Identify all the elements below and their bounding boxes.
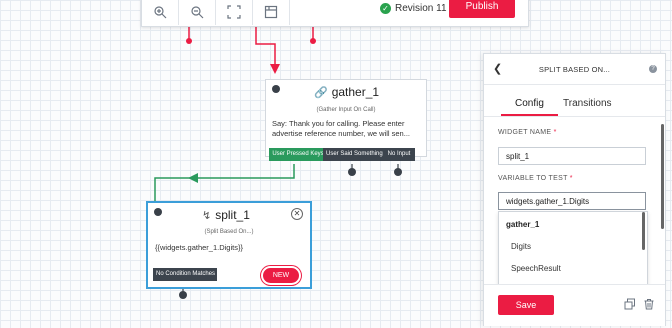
new-transition-badge[interactable]: NEW <box>263 268 299 283</box>
dropdown-option-speechresult[interactable]: SpeechResult <box>511 264 561 273</box>
duplicate-icon[interactable] <box>624 298 636 310</box>
widget-name-label: WIDGET NAME * <box>498 129 557 136</box>
dropdown-option-digits[interactable]: Digits <box>511 242 531 251</box>
gather-body: Say: Thank you for calling. Please enter… <box>272 119 410 138</box>
help-icon[interactable]: ? <box>649 65 657 73</box>
widget-drag-handle[interactable] <box>272 85 280 93</box>
panel-title: SPLIT BASED ON... <box>538 65 611 74</box>
variable-to-test-label: VARIABLE TO TEST * <box>498 175 573 182</box>
wire-arrowhead <box>270 64 280 74</box>
transition-user-said-something[interactable]: User Said Something <box>323 148 383 161</box>
properties-panel: ❮ SPLIT BASED ON... ? Config Transitions… <box>483 53 666 326</box>
check-circle-icon: ✓ <box>380 3 391 14</box>
zoom-out-button[interactable] <box>179 0 216 25</box>
dropdown-group-gather-1: gather_1 <box>506 220 540 229</box>
layout-icon <box>264 5 278 18</box>
link-icon: 🔗 <box>314 86 328 99</box>
connector-no-input[interactable] <box>394 168 402 176</box>
revision-label: Revision 11 <box>395 3 447 14</box>
fit-screen-icon <box>227 4 241 19</box>
close-icon[interactable]: ✕ <box>291 208 303 220</box>
wire-keys-to-split <box>154 164 295 203</box>
split-icon: ↯ <box>202 209 212 222</box>
transition-no-condition-matches[interactable]: No Condition Matches <box>153 268 217 281</box>
zoom-in-icon <box>154 5 167 18</box>
tab-divider <box>484 116 665 117</box>
variable-suggestions-dropdown: gather_1 Digits SpeechResult <box>498 211 648 287</box>
revision-status: ✓ Revision 11 <box>380 3 447 14</box>
tab-config[interactable]: Config <box>515 98 544 109</box>
gather-subtitle: (Gather Input On Call) <box>316 107 376 113</box>
dropdown-scrollbar[interactable] <box>642 212 645 250</box>
zoom-in-button[interactable] <box>142 0 179 25</box>
panel-scrollbar[interactable] <box>661 124 664 229</box>
split-subtitle: (Split Based On...) <box>204 229 254 235</box>
gather-title: 🔗 gather_1 <box>314 85 380 99</box>
wire-keys-arrowhead <box>188 173 198 183</box>
transition-no-input[interactable]: No Input <box>383 148 415 161</box>
layout-button[interactable] <box>253 0 290 25</box>
variable-to-test-input[interactable]: widgets.gather_1.Digits <box>498 192 646 210</box>
connector-no-condition[interactable] <box>179 291 187 299</box>
split-body: {{widgets.gather_1.Digits}} <box>155 243 243 252</box>
zoom-out-icon <box>191 5 204 18</box>
save-button[interactable]: Save <box>498 295 554 315</box>
panel-header: ❮ SPLIT BASED ON... ? <box>484 54 665 85</box>
fit-screen-button[interactable] <box>216 0 253 25</box>
trash-icon[interactable] <box>643 298 655 310</box>
panel-footer: Save <box>484 284 665 326</box>
canvas-toolbar: ✓ Revision 11 Publish <box>141 0 529 27</box>
gather-widget[interactable]: 🔗 gather_1 (Gather Input On Call) Say: T… <box>265 79 427 157</box>
connector-said-something[interactable] <box>348 168 356 176</box>
publish-button[interactable]: Publish <box>449 0 515 18</box>
widget-name-input[interactable]: split_1 <box>498 147 646 165</box>
split-title: ↯ split_1 <box>202 208 250 222</box>
tab-transitions[interactable]: Transitions <box>563 98 612 109</box>
widget-drag-handle[interactable] <box>154 208 162 216</box>
transition-user-pressed-keys[interactable]: User Pressed Keys <box>269 148 327 161</box>
back-chevron-icon[interactable]: ❮ <box>493 62 502 75</box>
